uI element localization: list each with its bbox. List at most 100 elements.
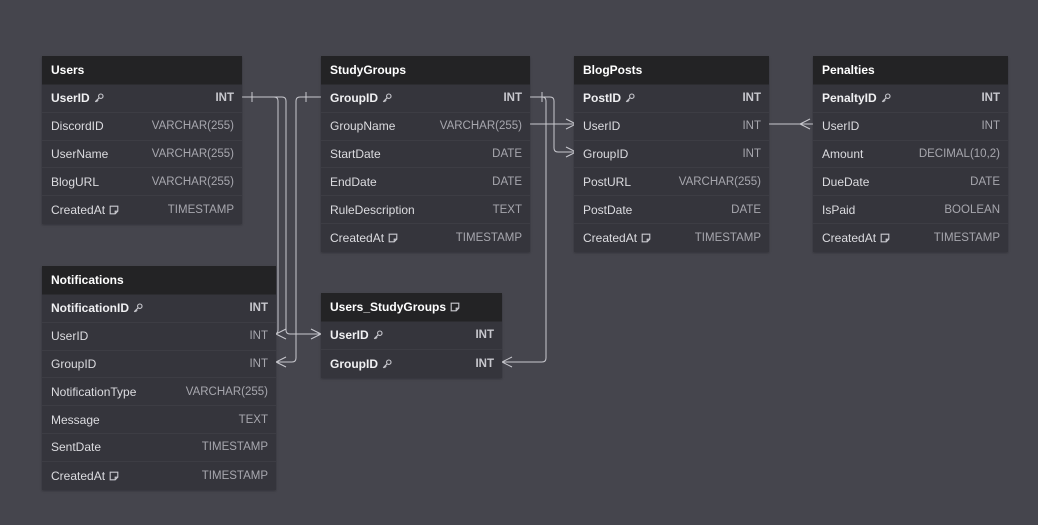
field-row-message[interactable]: Message TEXT [42,406,276,434]
note-icon [641,233,651,243]
field-name: NotificationType [51,384,137,399]
field-name: CreatedAt [51,203,106,218]
primary-key-icon [382,359,392,369]
field-row-sentdate[interactable]: SentDate TIMESTAMP [42,434,276,462]
field-type: VARCHAR(255) [151,175,234,188]
field-name-wrap: UserName [51,147,108,161]
table-studygroups[interactable]: StudyGroups GroupID INT GroupName VARCHAR(25… [321,56,530,252]
field-row-createdat[interactable]: CreatedAt TIMESTAMP [42,462,276,490]
field-name-wrap: GroupID [583,147,628,161]
table-header[interactable]: BlogPosts [574,56,769,85]
field-row-createdat[interactable]: CreatedAt TIMESTAMP [813,224,1008,252]
field-name: PostID [583,91,622,106]
field-row-notificationid[interactable]: NotificationID INT [42,295,276,323]
field-name-wrap: Amount [822,147,863,161]
field-type: DECIMAL(10,2) [918,147,1000,160]
field-name: RuleDescription [330,202,415,217]
table-notifications[interactable]: Notifications NotificationID INT UserID INT G… [42,266,276,490]
field-type: INT [503,92,522,105]
field-name: CreatedAt [51,468,106,483]
primary-key-icon [373,330,383,340]
field-type: TIMESTAMP [933,231,1000,244]
field-type: TEXT [492,203,522,216]
note-icon [880,233,890,243]
field-name-wrap: UserID [51,329,88,343]
field-type: INT [742,120,761,133]
field-row-createdat[interactable]: CreatedAt TIMESTAMP [574,224,769,252]
field-row-posturl[interactable]: PostURL VARCHAR(255) [574,168,769,197]
field-row-notificationtype[interactable]: NotificationType VARCHAR(255) [42,378,276,407]
field-row-groupid[interactable]: GroupID INT [42,351,276,379]
table-header[interactable]: Users [42,56,242,85]
field-name: UserID [51,329,89,344]
field-name-wrap: DiscordID [51,119,104,133]
field-row-blogurl[interactable]: BlogURL VARCHAR(255) [42,168,242,197]
field-name-wrap: StartDate [330,147,381,161]
field-name: NotificationID [51,301,129,316]
field-row-groupid[interactable]: GroupID INT [321,85,530,113]
field-row-createdat[interactable]: CreatedAt TIMESTAMP [321,224,530,252]
field-row-userid[interactable]: UserID INT [42,85,242,113]
field-row-postid[interactable]: PostID INT [574,85,769,113]
field-name-wrap: SentDate [51,440,101,454]
table-title: BlogPosts [583,63,643,77]
field-type: INT [249,330,268,343]
diagram-canvas[interactable]: Users UserID INT DiscordID VARCHAR(255) UserN… [0,0,1038,525]
table-title: Users_StudyGroups [330,300,447,314]
field-row-createdat[interactable]: CreatedAt TIMESTAMP [42,196,242,224]
field-row-ruledescription[interactable]: RuleDescription TEXT [321,196,530,224]
field-type: INT [475,329,494,342]
field-name-wrap: GroupID [330,357,392,371]
field-type: INT [215,92,234,105]
field-row-amount[interactable]: Amount DECIMAL(10,2) [813,141,1008,169]
field-type: DATE [492,147,522,160]
field-row-ispaid[interactable]: IsPaid BOOLEAN [813,196,1008,224]
table-users[interactable]: Users UserID INT DiscordID VARCHAR(255) UserN… [42,56,242,224]
field-type: INT [981,92,1000,105]
field-type: TIMESTAMP [201,469,268,482]
field-row-groupname[interactable]: GroupName VARCHAR(255) [321,113,530,141]
field-name: GroupID [330,91,378,106]
table-header[interactable]: Penalties [813,56,1008,85]
table-users_studygroups[interactable]: Users_StudyGroups UserID INT GroupID INT [321,293,502,378]
field-name: PostURL [583,174,632,189]
field-name-wrap: GroupID [51,357,96,371]
field-type: VARCHAR(255) [678,175,761,188]
field-name: IsPaid [822,202,856,217]
field-name: UserName [51,146,109,161]
table-header[interactable]: StudyGroups [321,56,530,85]
table-header[interactable]: Notifications [42,266,276,295]
field-name: SentDate [51,440,102,455]
field-row-discordid[interactable]: DiscordID VARCHAR(255) [42,113,242,141]
primary-key-icon [133,303,143,313]
table-penalties[interactable]: Penalties PenaltyID INT UserID INT Amount DECI… [813,56,1008,252]
field-row-duedate[interactable]: DueDate DATE [813,168,1008,197]
table-blogposts[interactable]: BlogPosts PostID INT UserID INT GroupID INT Pos… [574,56,769,252]
table-title: Penalties [822,63,875,77]
field-row-penaltyid[interactable]: PenaltyID INT [813,85,1008,113]
field-row-userid[interactable]: UserID INT [321,322,502,350]
field-row-enddate[interactable]: EndDate DATE [321,168,530,197]
field-name: PostDate [583,202,633,217]
field-name-wrap: NotificationType [51,385,136,399]
field-row-startdate[interactable]: StartDate DATE [321,141,530,169]
field-row-groupid[interactable]: GroupID INT [321,350,502,378]
field-name-wrap: UserID [51,91,104,105]
field-row-username[interactable]: UserName VARCHAR(255) [42,141,242,169]
field-row-groupid[interactable]: GroupID INT [574,141,769,169]
table-header[interactable]: Users_StudyGroups [321,293,502,322]
field-type: VARCHAR(255) [151,147,234,160]
table-title: StudyGroups [330,63,407,77]
field-name-wrap: CreatedAt [51,469,119,483]
field-row-postdate[interactable]: PostDate DATE [574,196,769,224]
field-row-userid[interactable]: UserID INT [42,323,276,351]
field-row-userid[interactable]: UserID INT [574,113,769,141]
field-type: TIMESTAMP [201,441,268,454]
field-name-wrap: CreatedAt [51,203,119,217]
field-type: DATE [492,175,522,188]
note-icon [450,302,460,312]
primary-key-icon [94,93,104,103]
field-row-userid[interactable]: UserID INT [813,113,1008,141]
field-type: BOOLEAN [944,203,1000,216]
note-icon [388,233,398,243]
